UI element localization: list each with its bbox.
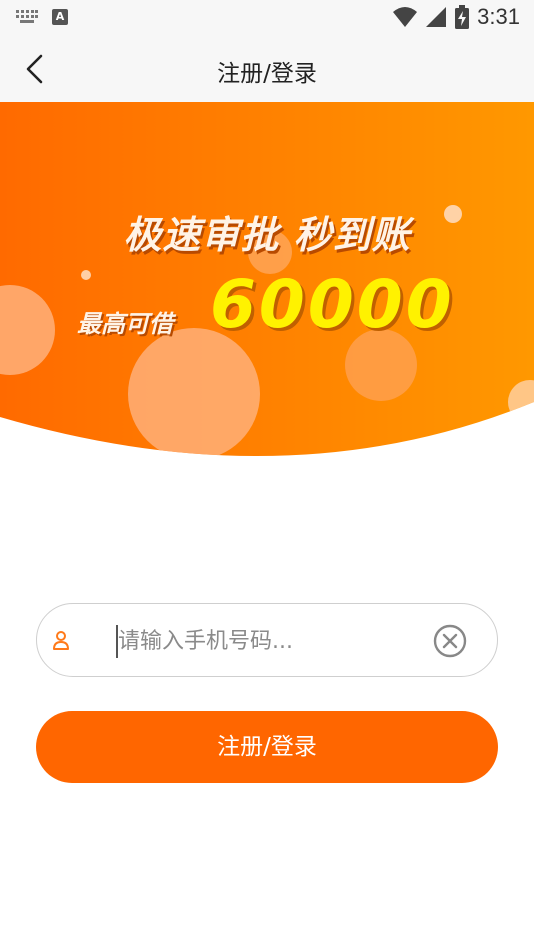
banner-prefix: 最高可借: [77, 310, 173, 338]
promo-banner: 极速审批 秒到账 最高可借 60000: [0, 102, 534, 467]
phone-input[interactable]: [118, 618, 448, 664]
banner-amount: 60000: [210, 266, 455, 343]
clear-circle-icon[interactable]: [433, 624, 467, 658]
register-login-button[interactable]: 注册/登录: [36, 711, 498, 783]
status-time: 3:31: [477, 4, 520, 29]
status-right-icons: 3:31: [393, 4, 520, 30]
status-bar: A 3:31: [0, 0, 534, 36]
status-left-icons: A: [16, 9, 68, 25]
app-header: 注册/登录: [0, 36, 534, 102]
wifi-icon: [393, 7, 418, 27]
user-icon: [53, 631, 69, 650]
page-title: 注册/登录: [217, 61, 317, 87]
text-input-a-icon: A: [52, 9, 68, 25]
banner-slogan: 极速审批 秒到账: [123, 213, 411, 257]
phone-field: [36, 603, 498, 677]
keyboard-icon: [16, 10, 38, 24]
signal-icon: [426, 7, 447, 27]
battery-charging-icon: [455, 5, 470, 29]
